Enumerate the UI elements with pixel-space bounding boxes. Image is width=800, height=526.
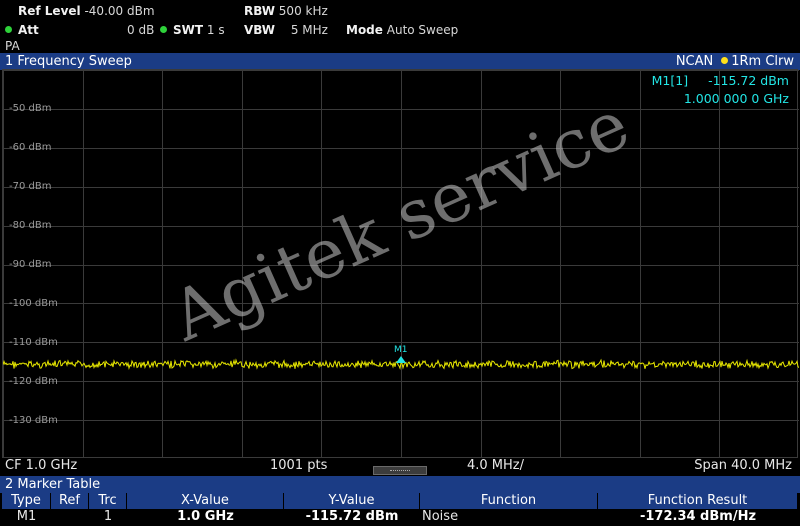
y-label-130: -130 dBm [9,415,58,426]
cell-trc[interactable]: 1 [89,509,127,525]
vbw-label: VBW [244,23,276,37]
col-y-value: Y-Value [284,493,420,509]
preamp-indicator: PA [5,39,20,53]
cell-function[interactable]: Noise [420,509,500,525]
col-function: Function [420,493,598,509]
ref-level-label: Ref Level [18,4,81,18]
att-setting[interactable]: Att [5,23,39,37]
marker-readout-value: -115.72 dBm [708,73,789,88]
marker-readout-label: M1[1] [651,73,689,88]
swt-value: 1 s [206,23,225,37]
plot-grid [3,70,799,459]
mode-setting[interactable]: Mode Auto Sweep [346,23,458,37]
window-header[interactable]: 1 Frequency Sweep NCAN 1Rm Clrw [0,53,800,70]
ref-level-value: -40.00 dBm [84,4,155,18]
marker-m1-triangle [396,356,406,363]
cell-type[interactable]: M1 [2,509,51,525]
y-label-50: -50 dBm [9,103,52,114]
rbw-setting[interactable]: RBW 500 kHz [244,4,328,18]
y-label-110: -110 dBm [9,337,58,348]
cell-x-value[interactable]: 1.0 GHz [127,509,284,525]
marker-m1-tag[interactable]: M1 [394,345,408,355]
marker-table-title: 2 Marker Table [5,477,101,492]
y-label-80: -80 dBm [9,220,52,231]
cell-ref[interactable] [51,509,89,525]
vbw-value: 5 MHz [290,23,328,37]
marker-readout-frequency: 1.000 000 0 GHz [683,91,789,106]
span[interactable]: Span 40.0 MHz [694,458,792,474]
mode-value: Auto Sweep [386,23,459,37]
cell-y-value[interactable]: -115.72 dBm [284,509,420,525]
swt-label: SWT [173,23,204,37]
att-value: 0 dB [127,23,155,37]
swt-status-icon [160,26,167,33]
spectrum-graph [3,70,799,459]
marker-m1-symbol [396,356,406,363]
trace-1-icon [721,57,729,64]
sweep-points[interactable]: 1001 pts [270,458,327,474]
trace-status: NCAN 1Rm Clrw [676,53,794,70]
spectrum-plot[interactable]: -50 dBm -60 dBm -70 dBm -80 dBm -90 dBm … [2,69,799,459]
marker-readout-level: M1[1] -115.72 dBm [652,73,789,88]
cell-function-result[interactable]: -172.34 dBm/Hz [598,509,798,525]
y-label-70: -70 dBm [9,181,52,192]
trace-info: 1Rm Clrw [731,54,794,69]
measurement-settings: Ref Level -40.00 dBm RBW 500 kHz Att 0 d… [0,0,800,53]
y-label-120: -120 dBm [9,376,58,387]
ncan-indicator: NCAN [675,54,714,69]
marker-table-header[interactable]: 2 Marker Table [0,476,800,493]
col-trc: Trc [89,493,127,509]
vbw-setting[interactable]: VBW 5 MHz [244,23,328,37]
ref-level-setting[interactable]: Ref Level -40.00 dBm [18,4,155,18]
marker-table: 2 Marker Table Type Ref Trc X-Value Y-Va… [0,476,800,526]
rbw-label: RBW [244,4,275,18]
swt-setting[interactable]: SWT 1 s [160,23,225,37]
col-type: Type [2,493,51,509]
center-frequency[interactable]: CF 1.0 GHz [5,458,77,474]
mode-label: Mode [346,23,383,37]
col-x-value: X-Value [127,493,284,509]
rbw-value: 500 kHz [278,4,328,18]
att-status-icon [5,26,12,33]
y-label-60: -60 dBm [9,142,52,153]
frequency-per-division: 4.0 MHz/ [467,458,525,473]
y-label-90: -90 dBm [9,259,52,270]
y-label-100: -100 dBm [9,298,58,309]
window-title: 1 Frequency Sweep [5,54,132,69]
col-ref: Ref [51,493,89,509]
window-splitter-handle[interactable] [373,466,427,475]
col-function-result: Function Result [598,493,798,509]
att-label: Att [18,23,39,37]
